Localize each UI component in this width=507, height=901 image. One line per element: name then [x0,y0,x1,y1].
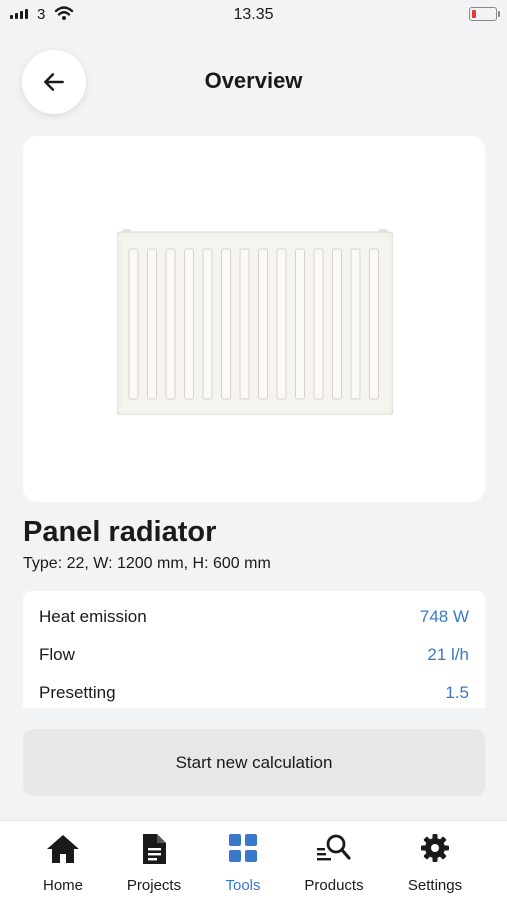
document-icon [143,834,166,864]
result-value: 21 l/h [427,645,469,664]
tab-label: Settings [407,877,463,894]
result-label: Presetting [39,683,116,702]
radiator-image [117,229,393,415]
result-label: Flow [39,645,75,664]
tab-products[interactable]: Products [284,821,384,901]
results-card: Heat emission 748 W Flow 21 l/h Presetti… [23,591,485,708]
grid-icon [229,834,257,862]
tab-settings[interactable]: Settings [385,821,485,901]
gear-icon [421,834,449,862]
search-list-icon [317,834,351,861]
tab-label: Home [42,877,83,894]
product-name: Panel radiator [23,516,217,548]
tab-tools[interactable]: Tools [193,821,293,901]
tab-home[interactable]: Home [13,821,113,901]
result-value: 748 W [419,607,469,626]
home-icon [47,835,79,863]
tab-projects[interactable]: Projects [104,821,204,901]
result-value: 1.5 [445,683,469,702]
tab-label: Tools [225,877,261,894]
status-bar: 3 13.35 [0,0,507,32]
page-title: Overview [204,68,303,93]
tab-label: Projects [126,877,182,894]
start-new-calculation-button[interactable]: Start new calculation [23,729,485,796]
product-image-card [23,136,485,502]
battery-icon [469,7,500,21]
tab-label: Products [304,877,364,894]
clock: 13.35 [233,6,274,23]
tab-bar: Home Projects Tools Products Settings [0,820,507,901]
result-row-heat-emission: Heat emission 748 W [39,607,469,627]
product-spec: Type: 22, W: 1200 mm, H: 600 mm [23,555,271,572]
result-label: Heat emission [39,607,147,626]
result-row-presetting: Presetting 1.5 [39,683,469,703]
result-row-flow: Flow 21 l/h [39,645,469,665]
